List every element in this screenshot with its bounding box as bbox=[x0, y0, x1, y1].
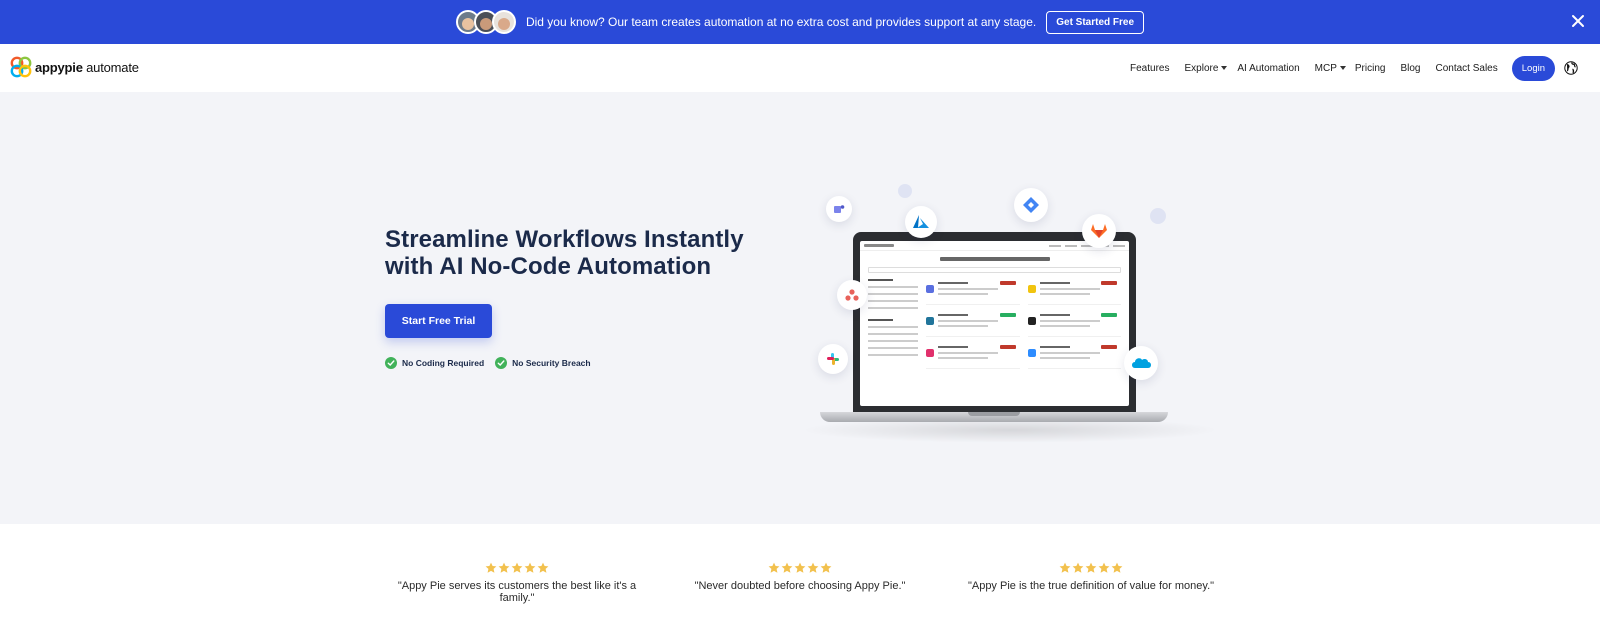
testimonial-card: "Appy Pie is the true definition of valu… bbox=[953, 562, 1229, 592]
hero-title: Streamline Workflows Instantly with AI N… bbox=[385, 226, 785, 280]
laptop-screen bbox=[860, 241, 1129, 406]
testimonials-section: "Appy Pie serves its customers the best … bbox=[0, 524, 1600, 629]
benefit-label: No Coding Required bbox=[402, 358, 485, 368]
nav-ai-automation[interactable]: AI Automation bbox=[1237, 63, 1299, 74]
hero-title-line2: with AI No-Code Automation bbox=[385, 253, 712, 280]
teams-icon bbox=[826, 196, 852, 222]
star-icon bbox=[1072, 562, 1084, 573]
main-nav: Features Explore AI Automation MCP Prici… bbox=[1115, 53, 1578, 83]
salesforce-icon bbox=[1124, 346, 1158, 380]
nav-explore-label: Explore bbox=[1184, 62, 1219, 74]
benefit-no-security-breach: No Security Breach bbox=[495, 357, 591, 369]
logo-brand-text: appypie automate bbox=[35, 60, 139, 75]
hero-benefits: No Coding Required No Security Breach bbox=[385, 357, 602, 369]
nav-mcp[interactable]: MCP bbox=[1315, 63, 1346, 74]
laptop-notch bbox=[968, 412, 1020, 416]
testimonial-quote: "Appy Pie is the true definition of valu… bbox=[967, 580, 1215, 592]
star-icon bbox=[498, 562, 510, 573]
hero-section: Streamline Workflows Instantly with AI N… bbox=[0, 92, 1600, 524]
star-icon bbox=[1111, 562, 1123, 573]
decorative-dot bbox=[898, 184, 912, 198]
check-circle-icon bbox=[385, 357, 397, 369]
banner-message: Did you know? Our team creates automatio… bbox=[525, 15, 1037, 29]
chevron-down-icon bbox=[1221, 66, 1228, 70]
star-icon bbox=[781, 562, 793, 573]
promo-banner: Did you know? Our team creates automatio… bbox=[0, 0, 1600, 44]
star-icon bbox=[485, 562, 497, 573]
star-icon bbox=[794, 562, 806, 573]
star-icon bbox=[537, 562, 549, 573]
benefit-no-coding: No Coding Required bbox=[385, 357, 484, 369]
testimonial-card: "Never doubted before choosing Appy Pie.… bbox=[670, 562, 930, 592]
nav-contact-sales[interactable]: Contact Sales bbox=[1435, 63, 1497, 74]
nav-explore[interactable]: Explore bbox=[1184, 62, 1228, 74]
gitlab-icon bbox=[1082, 214, 1116, 248]
team-avatars bbox=[455, 10, 516, 34]
check-circle-icon bbox=[495, 357, 508, 369]
star-icon bbox=[1085, 562, 1097, 573]
slack-icon bbox=[818, 344, 848, 374]
laptop-illustration bbox=[853, 232, 1136, 412]
nav-mcp-label: MCP bbox=[1314, 62, 1337, 74]
appypie-logo-icon bbox=[10, 56, 32, 78]
nav-blog[interactable]: Blog bbox=[1400, 63, 1420, 74]
testimonial-quote: "Appy Pie serves its customers the best … bbox=[397, 580, 637, 604]
chevron-down-icon bbox=[1339, 66, 1346, 70]
nav-pricing[interactable]: Pricing bbox=[1355, 63, 1386, 74]
star-icon bbox=[768, 562, 780, 573]
diamond-icon bbox=[1014, 188, 1048, 222]
decorative-dot bbox=[1150, 208, 1166, 224]
logo-product: automate bbox=[86, 59, 139, 75]
nav-features[interactable]: Features bbox=[1130, 63, 1169, 74]
azure-icon bbox=[905, 206, 937, 238]
globe-icon[interactable] bbox=[1564, 61, 1578, 75]
star-icon bbox=[1059, 562, 1071, 573]
close-icon[interactable] bbox=[1570, 13, 1586, 29]
start-free-trial-button[interactable]: Start Free Trial bbox=[385, 304, 492, 338]
star-icon bbox=[524, 562, 536, 573]
login-button[interactable]: Login bbox=[1511, 55, 1555, 81]
star-icon bbox=[820, 562, 832, 573]
star-icon bbox=[807, 562, 819, 573]
asana-icon bbox=[837, 280, 867, 310]
avatar bbox=[491, 10, 516, 34]
star-icon bbox=[1098, 562, 1110, 573]
star-rating bbox=[670, 562, 930, 574]
star-rating bbox=[953, 562, 1229, 574]
hero-title-line1: Streamline Workflows Instantly bbox=[385, 226, 744, 253]
star-rating bbox=[387, 562, 647, 574]
site-header: appypie automate Features Explore AI Aut… bbox=[0, 44, 1600, 92]
testimonial-quote: "Never doubted before choosing Appy Pie.… bbox=[694, 580, 906, 592]
benefit-label: No Security Breach bbox=[512, 358, 591, 368]
star-icon bbox=[511, 562, 523, 573]
logo-brand: appypie bbox=[35, 59, 83, 75]
get-started-free-button[interactable]: Get Started Free bbox=[1046, 10, 1145, 34]
testimonial-card: "Appy Pie serves its customers the best … bbox=[387, 562, 647, 604]
appypie-automate-logo[interactable]: appypie automate bbox=[10, 56, 139, 78]
